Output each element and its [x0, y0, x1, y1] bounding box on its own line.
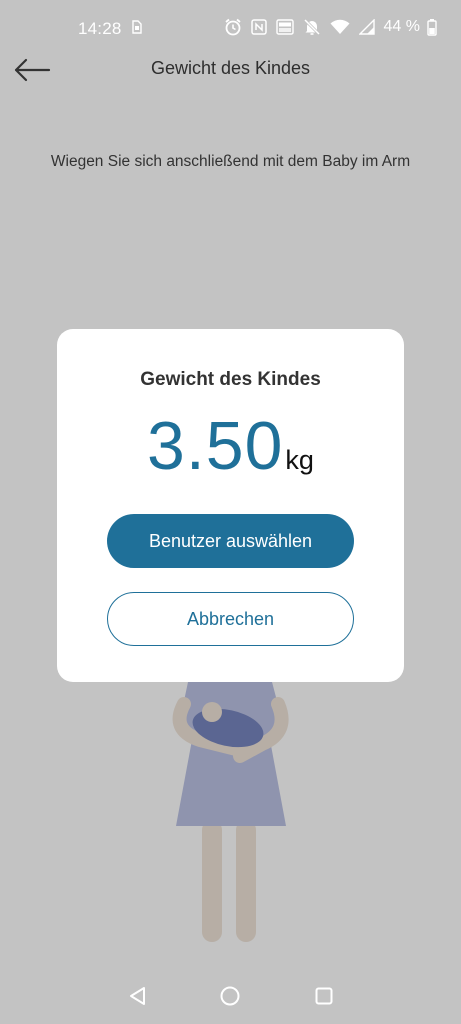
app-bar: Gewicht des Kindes: [0, 48, 461, 92]
recents-square-icon: [315, 987, 333, 1005]
battery-percentage: 44 %: [383, 18, 420, 35]
weight-unit: kg: [285, 445, 314, 475]
alarm-icon: [224, 18, 242, 36]
home-circle-icon: [220, 986, 240, 1006]
weight-dialog: Gewicht des Kindes 3.50kg Benutzer auswä…: [57, 329, 404, 682]
status-time: 14:28: [78, 19, 122, 38]
nfc-icon: [250, 19, 267, 35]
page-title: Gewicht des Kindes: [150, 58, 311, 78]
volte-icon: [275, 19, 294, 35]
battery-icon: [427, 18, 437, 36]
signal-icon: [358, 19, 375, 35]
weight-display: 3.50kg: [57, 407, 404, 485]
mother-with-baby-illustration: [150, 660, 310, 960]
wifi-icon: [330, 19, 350, 35]
nav-recents-button[interactable]: [310, 982, 338, 1010]
back-triangle-icon: [130, 987, 145, 1005]
select-user-button[interactable]: Benutzer auswählen: [107, 514, 354, 568]
nav-back-button[interactable]: [124, 982, 152, 1010]
sim-card-icon: [132, 20, 142, 39]
system-nav-bar: [0, 964, 461, 1024]
instruction-text: Wiegen Sie sich anschließend mit dem Bab…: [50, 153, 411, 170]
dialog-title: Gewicht des Kindes: [140, 369, 321, 390]
nav-home-button[interactable]: [216, 982, 244, 1010]
bell-off-icon: [303, 18, 321, 36]
weight-value: 3.50: [147, 408, 284, 484]
status-icons: 44 %: [224, 18, 437, 36]
cancel-button[interactable]: Abbrechen: [107, 592, 354, 646]
